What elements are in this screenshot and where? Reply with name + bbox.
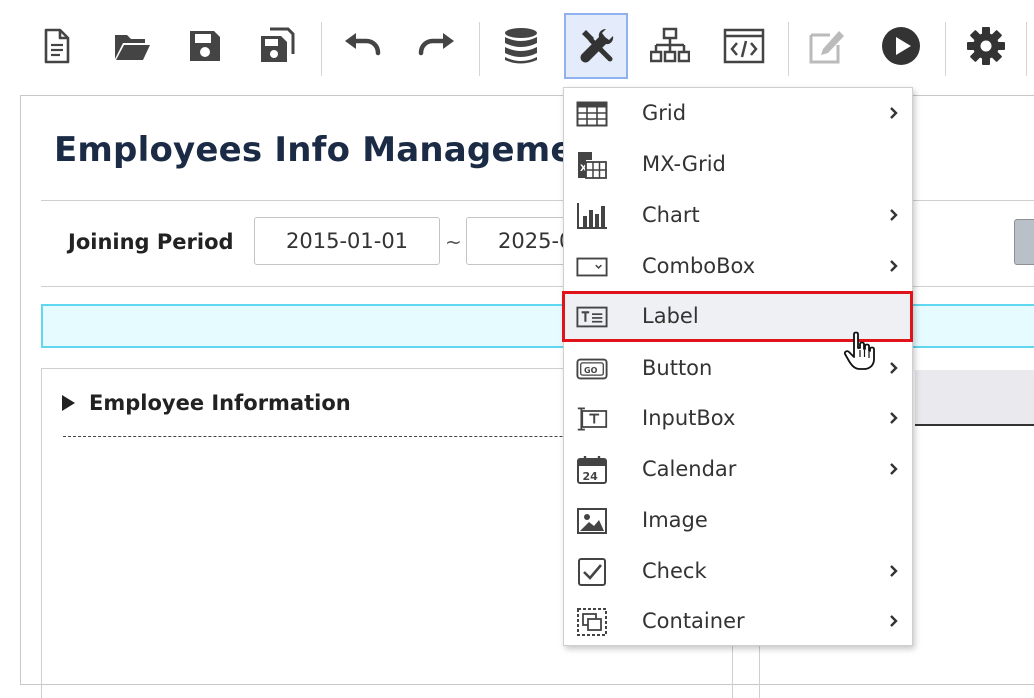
redo-icon bbox=[418, 33, 454, 56]
menu-item-label: Calendar bbox=[642, 457, 737, 481]
settings-button[interactable] bbox=[955, 14, 1017, 78]
chevron-right-icon bbox=[884, 609, 904, 633]
svg-text:GO: GO bbox=[584, 366, 598, 375]
hierarchy-button[interactable] bbox=[639, 14, 701, 78]
chevron-right-icon bbox=[884, 559, 904, 583]
undo-icon bbox=[345, 33, 381, 56]
hierarchy-icon bbox=[650, 27, 690, 63]
mx-grid-icon: X bbox=[576, 150, 608, 180]
calendar-icon: 24 bbox=[576, 455, 608, 485]
grid-icon bbox=[576, 99, 608, 129]
combobox-icon bbox=[576, 252, 608, 282]
open-folder-icon bbox=[115, 35, 150, 60]
chevron-right-icon bbox=[884, 406, 904, 430]
svg-text:24: 24 bbox=[583, 470, 599, 483]
label-icon bbox=[576, 302, 608, 332]
run-icon bbox=[882, 27, 920, 65]
menu-item-label: ComboBox bbox=[642, 254, 756, 278]
image-icon bbox=[576, 506, 608, 536]
chart-icon bbox=[576, 201, 608, 231]
menu-item-label: Image bbox=[642, 508, 708, 532]
components-tools-button[interactable] bbox=[564, 13, 628, 79]
date-range-separator: ~ bbox=[445, 230, 462, 254]
button-icon: GO bbox=[576, 354, 608, 384]
chevron-right-icon bbox=[884, 101, 904, 125]
new-file-icon bbox=[44, 28, 70, 64]
joining-period-label: Joining Period bbox=[68, 230, 234, 254]
edit-icon bbox=[809, 31, 844, 64]
chevron-right-icon bbox=[884, 203, 904, 227]
menu-item-label: MX-Grid bbox=[642, 152, 726, 176]
menu-item-image[interactable]: Image bbox=[564, 496, 912, 546]
components-tools-icon bbox=[580, 29, 614, 63]
menu-item-container[interactable]: Container bbox=[564, 597, 912, 647]
menu-item-label-text: Label bbox=[642, 304, 699, 328]
section-title: Employee Information bbox=[62, 391, 351, 415]
chevron-right-icon bbox=[884, 254, 904, 278]
database-button[interactable] bbox=[490, 14, 552, 78]
section-title-text: Employee Information bbox=[89, 391, 351, 415]
save-icon bbox=[190, 31, 220, 61]
from-date-input[interactable]: 2015-01-01 bbox=[254, 217, 440, 265]
save-as-button[interactable] bbox=[246, 14, 308, 78]
menu-item-label: InputBox bbox=[642, 406, 736, 430]
code-view-button[interactable] bbox=[713, 14, 775, 78]
inputbox-icon bbox=[576, 404, 608, 434]
code-view-icon bbox=[723, 28, 765, 64]
menu-item-chart[interactable]: Chart bbox=[564, 191, 912, 241]
settings-icon bbox=[967, 27, 1005, 65]
database-icon bbox=[505, 28, 537, 64]
menu-item-label: Container bbox=[642, 609, 745, 633]
menu-item-label: Check bbox=[642, 559, 707, 583]
menu-item-label: Chart bbox=[642, 203, 700, 227]
menu-item-label: Grid bbox=[642, 101, 687, 125]
chevron-right-icon bbox=[884, 356, 904, 380]
hand-cursor-icon bbox=[843, 331, 877, 375]
open-folder-button[interactable] bbox=[101, 14, 163, 78]
menu-item-calendar[interactable]: 24 Calendar bbox=[564, 445, 912, 495]
save-as-icon bbox=[261, 27, 295, 62]
triangle-right-icon bbox=[62, 395, 75, 411]
undo-button[interactable] bbox=[331, 14, 393, 78]
redo-button[interactable] bbox=[406, 14, 468, 78]
grid-header bbox=[915, 370, 1034, 426]
menu-item-check[interactable]: Check bbox=[564, 547, 912, 597]
save-button[interactable] bbox=[174, 14, 236, 78]
chevron-right-icon bbox=[884, 457, 904, 481]
check-icon bbox=[576, 557, 608, 587]
menu-item-label: Button bbox=[642, 356, 713, 380]
toolbar bbox=[0, 0, 1034, 92]
menu-item-mx-grid[interactable]: X MX-Grid bbox=[564, 140, 912, 190]
new-file-button[interactable] bbox=[26, 14, 88, 78]
run-button[interactable] bbox=[870, 14, 932, 78]
search-button[interactable] bbox=[1014, 219, 1034, 265]
page-title: Employees Info Management bbox=[54, 130, 615, 170]
edit-button[interactable] bbox=[796, 14, 858, 78]
menu-item-combobox[interactable]: ComboBox bbox=[564, 242, 912, 292]
menu-item-inputbox[interactable]: InputBox bbox=[564, 394, 912, 444]
container-icon bbox=[576, 607, 608, 637]
menu-item-grid[interactable]: Grid bbox=[564, 89, 912, 139]
